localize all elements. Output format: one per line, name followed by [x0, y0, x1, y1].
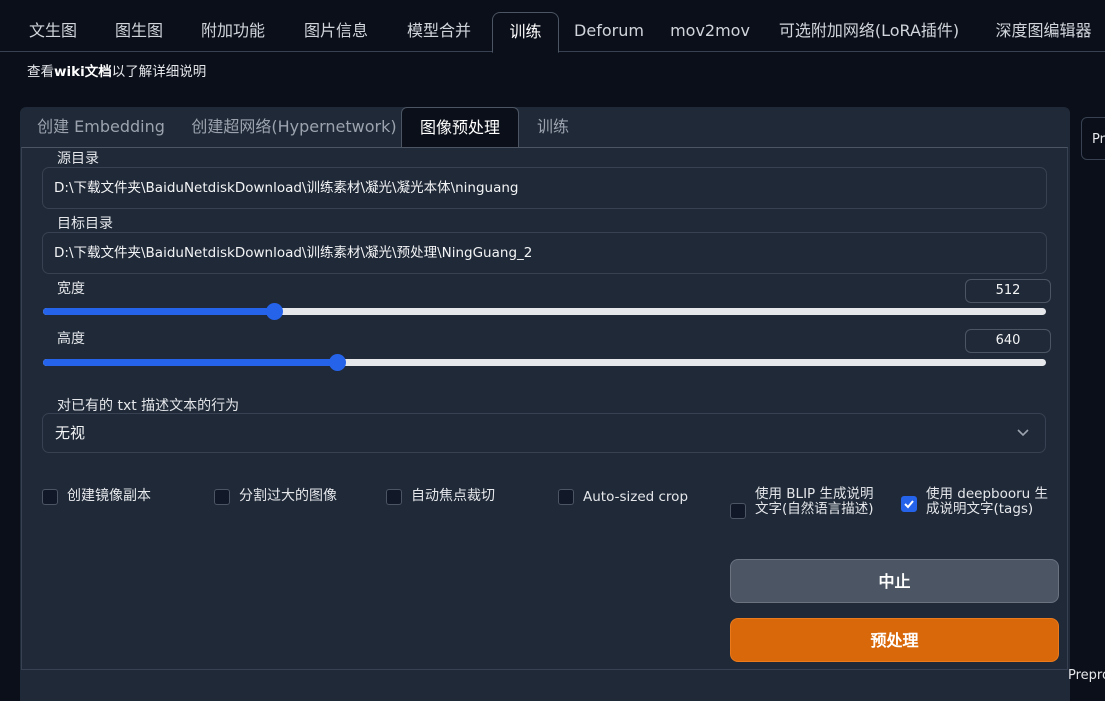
- tab-preprocess-images[interactable]: 图像预处理: [401, 107, 519, 148]
- focal-crop-label: 自动焦点裁切: [411, 488, 495, 504]
- checkmark-icon: [904, 500, 914, 509]
- height-number-input[interactable]: 640: [965, 329, 1051, 353]
- wiki-link[interactable]: wiki文档: [54, 64, 112, 80]
- tab-mov2mov[interactable]: mov2mov: [663, 12, 757, 52]
- tab-png-info[interactable]: 图片信息: [290, 12, 382, 52]
- tab-checkpoint-merger[interactable]: 模型合并: [393, 12, 485, 52]
- blip-label: 使用 BLIP 生成说明文字(自然语言描述): [755, 486, 874, 517]
- option-auto-focal-crop[interactable]: 自动焦点裁切: [386, 487, 495, 505]
- txt-action-label: 对已有的 txt 描述文本的行为: [57, 398, 240, 414]
- tab-txt2img[interactable]: 文生图: [14, 12, 92, 52]
- width-slider-thumb[interactable]: [265, 303, 283, 320]
- txt-action-select[interactable]: 无视: [42, 413, 1046, 453]
- main-tab-bar: 文生图 图生图 附加功能 图片信息 模型合并 训练 Deforum mov2mo…: [0, 0, 1105, 53]
- preprocess-button[interactable]: 预处理: [730, 618, 1059, 662]
- flipped-checkbox[interactable]: [42, 489, 58, 505]
- flipped-label: 创建镜像副本: [67, 488, 151, 504]
- width-slider[interactable]: [43, 303, 1046, 320]
- target-dir-label: 目标目录: [57, 216, 113, 232]
- wiki-hint: 查看wiki文档以了解详细说明: [27, 60, 206, 80]
- tab-train[interactable]: 训练: [492, 12, 559, 53]
- tab-create-hypernetwork[interactable]: 创建超网络(Hypernetwork): [183, 107, 405, 148]
- tab-img2img[interactable]: 图生图: [102, 12, 176, 52]
- tab-additional-networks[interactable]: 可选附加网络(LoRA插件): [770, 12, 968, 52]
- tab-train-sub[interactable]: 训练: [528, 107, 578, 148]
- deepbooru-label: 使用 deepbooru 生成说明文字(tags): [926, 486, 1049, 517]
- auto-sized-label: Auto-sized crop: [583, 489, 689, 505]
- tab-deforum[interactable]: Deforum: [569, 12, 649, 52]
- txt-action-value: 无视: [55, 424, 86, 442]
- source-dir-input[interactable]: D:\下载文件夹\BaiduNetdiskDownload\训练素材\凝光\凝光…: [42, 167, 1047, 209]
- tab-create-embedding[interactable]: 创建 Embedding: [25, 107, 177, 148]
- interrupt-button[interactable]: 中止: [730, 559, 1059, 603]
- wiki-hint-prefix: 查看: [27, 64, 54, 80]
- train-sub-tab-bar: 创建 Embedding 创建超网络(Hypernetwork) 图像预处理 训…: [20, 107, 1070, 148]
- right-panel-box[interactable]: Pr: [1081, 117, 1105, 160]
- split-label: 分割过大的图像: [239, 488, 337, 504]
- source-dir-label: 源目录: [57, 151, 99, 167]
- wiki-hint-suffix: 以了解详细说明: [111, 64, 207, 80]
- height-slider-thumb[interactable]: [328, 354, 346, 371]
- right-status-text: Prepro: [1068, 668, 1105, 683]
- height-slider-fill: [43, 359, 337, 366]
- height-label: 高度: [57, 331, 85, 347]
- option-auto-sized-crop[interactable]: Auto-sized crop: [558, 487, 688, 505]
- deepbooru-checkbox[interactable]: [901, 496, 917, 512]
- height-slider[interactable]: [43, 354, 1046, 371]
- split-checkbox[interactable]: [214, 489, 230, 505]
- option-split-oversized[interactable]: 分割过大的图像: [214, 487, 337, 505]
- focal-crop-checkbox[interactable]: [386, 489, 402, 505]
- width-label: 宽度: [57, 281, 85, 297]
- target-dir-input[interactable]: D:\下载文件夹\BaiduNetdiskDownload\训练素材\凝光\预处…: [42, 232, 1047, 274]
- blip-checkbox[interactable]: [730, 503, 746, 519]
- tab-extras[interactable]: 附加功能: [188, 12, 278, 52]
- chevron-down-icon: [1017, 429, 1029, 437]
- width-number-input[interactable]: 512: [965, 279, 1051, 303]
- option-deepbooru-caption[interactable]: 使用 deepbooru 生成说明文字(tags): [901, 487, 1051, 517]
- tab-depth-map-editor[interactable]: 深度图编辑器: [982, 12, 1105, 52]
- auto-sized-checkbox[interactable]: [558, 489, 574, 505]
- width-slider-fill: [43, 308, 274, 315]
- option-blip-caption[interactable]: 使用 BLIP 生成说明文字(自然语言描述): [730, 487, 880, 519]
- option-create-flipped[interactable]: 创建镜像副本: [42, 487, 151, 505]
- preprocess-options: 创建镜像副本 分割过大的图像 自动焦点裁切 Auto-sized crop 使用…: [42, 487, 1052, 537]
